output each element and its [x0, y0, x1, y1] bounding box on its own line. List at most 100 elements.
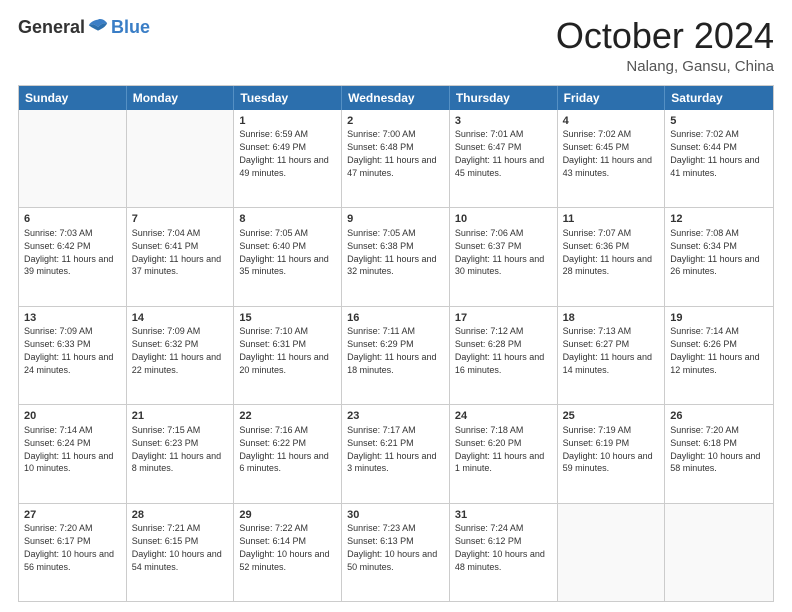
location: Nalang, Gansu, China — [556, 58, 774, 75]
cell-text: Sunrise: 7:06 AM Sunset: 6:37 PM Dayligh… — [455, 228, 547, 276]
calendar-cell: 7Sunrise: 7:04 AM Sunset: 6:41 PM Daylig… — [127, 208, 235, 305]
day-number: 12 — [670, 212, 768, 227]
calendar-cell: 3Sunrise: 7:01 AM Sunset: 6:47 PM Daylig… — [450, 110, 558, 207]
calendar-cell: 14Sunrise: 7:09 AM Sunset: 6:32 PM Dayli… — [127, 307, 235, 404]
day-number: 6 — [24, 212, 121, 227]
calendar-cell: 15Sunrise: 7:10 AM Sunset: 6:31 PM Dayli… — [234, 307, 342, 404]
calendar-week-row: 13Sunrise: 7:09 AM Sunset: 6:33 PM Dayli… — [19, 306, 773, 404]
cell-text: Sunrise: 7:04 AM Sunset: 6:41 PM Dayligh… — [132, 228, 224, 276]
day-number: 26 — [670, 409, 768, 424]
cell-text: Sunrise: 7:03 AM Sunset: 6:42 PM Dayligh… — [24, 228, 116, 276]
calendar-cell: 1Sunrise: 6:59 AM Sunset: 6:49 PM Daylig… — [234, 110, 342, 207]
calendar-cell: 9Sunrise: 7:05 AM Sunset: 6:38 PM Daylig… — [342, 208, 450, 305]
day-number: 7 — [132, 212, 229, 227]
logo-blue-text: Blue — [111, 17, 150, 38]
calendar-cell: 31Sunrise: 7:24 AM Sunset: 6:12 PM Dayli… — [450, 504, 558, 601]
day-number: 11 — [563, 212, 660, 227]
header: General Blue October 2024 Nalang, Gansu,… — [18, 16, 774, 75]
calendar-cell: 27Sunrise: 7:20 AM Sunset: 6:17 PM Dayli… — [19, 504, 127, 601]
day-number: 9 — [347, 212, 444, 227]
page: General Blue October 2024 Nalang, Gansu,… — [0, 0, 792, 612]
calendar-cell: 25Sunrise: 7:19 AM Sunset: 6:19 PM Dayli… — [558, 405, 666, 502]
calendar-cell — [127, 110, 235, 207]
day-number: 2 — [347, 114, 444, 129]
calendar-cell: 13Sunrise: 7:09 AM Sunset: 6:33 PM Dayli… — [19, 307, 127, 404]
cell-text: Sunrise: 7:22 AM Sunset: 6:14 PM Dayligh… — [239, 523, 332, 571]
calendar-cell: 30Sunrise: 7:23 AM Sunset: 6:13 PM Dayli… — [342, 504, 450, 601]
cell-text: Sunrise: 7:08 AM Sunset: 6:34 PM Dayligh… — [670, 228, 762, 276]
day-number: 4 — [563, 114, 660, 129]
title-block: October 2024 Nalang, Gansu, China — [556, 16, 774, 75]
day-number: 16 — [347, 311, 444, 326]
calendar-week-row: 1Sunrise: 6:59 AM Sunset: 6:49 PM Daylig… — [19, 110, 773, 207]
cell-text: Sunrise: 7:01 AM Sunset: 6:47 PM Dayligh… — [455, 129, 547, 177]
cell-text: Sunrise: 7:20 AM Sunset: 6:17 PM Dayligh… — [24, 523, 117, 571]
calendar-cell — [665, 504, 773, 601]
calendar-week-row: 27Sunrise: 7:20 AM Sunset: 6:17 PM Dayli… — [19, 503, 773, 601]
cell-text: Sunrise: 7:07 AM Sunset: 6:36 PM Dayligh… — [563, 228, 655, 276]
cell-text: Sunrise: 7:09 AM Sunset: 6:32 PM Dayligh… — [132, 326, 224, 374]
calendar-header-cell: Saturday — [665, 86, 773, 110]
cell-text: Sunrise: 7:00 AM Sunset: 6:48 PM Dayligh… — [347, 129, 439, 177]
day-number: 17 — [455, 311, 552, 326]
calendar-cell: 28Sunrise: 7:21 AM Sunset: 6:15 PM Dayli… — [127, 504, 235, 601]
calendar-header-cell: Wednesday — [342, 86, 450, 110]
cell-text: Sunrise: 7:10 AM Sunset: 6:31 PM Dayligh… — [239, 326, 331, 374]
calendar-header-cell: Thursday — [450, 86, 558, 110]
cell-text: Sunrise: 7:11 AM Sunset: 6:29 PM Dayligh… — [347, 326, 439, 374]
calendar: SundayMondayTuesdayWednesdayThursdayFrid… — [18, 85, 774, 602]
day-number: 18 — [563, 311, 660, 326]
cell-text: Sunrise: 7:18 AM Sunset: 6:20 PM Dayligh… — [455, 425, 547, 473]
calendar-cell: 23Sunrise: 7:17 AM Sunset: 6:21 PM Dayli… — [342, 405, 450, 502]
calendar-cell: 20Sunrise: 7:14 AM Sunset: 6:24 PM Dayli… — [19, 405, 127, 502]
day-number: 30 — [347, 508, 444, 523]
cell-text: Sunrise: 7:12 AM Sunset: 6:28 PM Dayligh… — [455, 326, 547, 374]
day-number: 1 — [239, 114, 336, 129]
day-number: 21 — [132, 409, 229, 424]
cell-text: Sunrise: 7:15 AM Sunset: 6:23 PM Dayligh… — [132, 425, 224, 473]
calendar-cell: 17Sunrise: 7:12 AM Sunset: 6:28 PM Dayli… — [450, 307, 558, 404]
calendar-header-cell: Sunday — [19, 86, 127, 110]
cell-text: Sunrise: 7:14 AM Sunset: 6:24 PM Dayligh… — [24, 425, 116, 473]
logo-general-text: General — [18, 17, 85, 38]
cell-text: Sunrise: 7:19 AM Sunset: 6:19 PM Dayligh… — [563, 425, 656, 473]
calendar-cell: 22Sunrise: 7:16 AM Sunset: 6:22 PM Dayli… — [234, 405, 342, 502]
day-number: 31 — [455, 508, 552, 523]
cell-text: Sunrise: 7:14 AM Sunset: 6:26 PM Dayligh… — [670, 326, 762, 374]
cell-text: Sunrise: 7:05 AM Sunset: 6:40 PM Dayligh… — [239, 228, 331, 276]
day-number: 24 — [455, 409, 552, 424]
cell-text: Sunrise: 7:02 AM Sunset: 6:44 PM Dayligh… — [670, 129, 762, 177]
day-number: 3 — [455, 114, 552, 129]
calendar-week-row: 20Sunrise: 7:14 AM Sunset: 6:24 PM Dayli… — [19, 404, 773, 502]
calendar-header-cell: Monday — [127, 86, 235, 110]
cell-text: Sunrise: 7:17 AM Sunset: 6:21 PM Dayligh… — [347, 425, 439, 473]
calendar-cell: 11Sunrise: 7:07 AM Sunset: 6:36 PM Dayli… — [558, 208, 666, 305]
calendar-cell: 12Sunrise: 7:08 AM Sunset: 6:34 PM Dayli… — [665, 208, 773, 305]
month-title: October 2024 — [556, 16, 774, 56]
day-number: 20 — [24, 409, 121, 424]
calendar-cell: 18Sunrise: 7:13 AM Sunset: 6:27 PM Dayli… — [558, 307, 666, 404]
day-number: 22 — [239, 409, 336, 424]
calendar-cell: 16Sunrise: 7:11 AM Sunset: 6:29 PM Dayli… — [342, 307, 450, 404]
calendar-cell: 24Sunrise: 7:18 AM Sunset: 6:20 PM Dayli… — [450, 405, 558, 502]
cell-text: Sunrise: 7:21 AM Sunset: 6:15 PM Dayligh… — [132, 523, 225, 571]
cell-text: Sunrise: 7:09 AM Sunset: 6:33 PM Dayligh… — [24, 326, 116, 374]
logo: General Blue — [18, 16, 150, 38]
calendar-cell: 26Sunrise: 7:20 AM Sunset: 6:18 PM Dayli… — [665, 405, 773, 502]
logo-bird-icon — [87, 16, 109, 38]
cell-text: Sunrise: 7:24 AM Sunset: 6:12 PM Dayligh… — [455, 523, 548, 571]
calendar-header-cell: Friday — [558, 86, 666, 110]
day-number: 23 — [347, 409, 444, 424]
cell-text: Sunrise: 7:23 AM Sunset: 6:13 PM Dayligh… — [347, 523, 440, 571]
calendar-cell: 19Sunrise: 7:14 AM Sunset: 6:26 PM Dayli… — [665, 307, 773, 404]
calendar-cell: 29Sunrise: 7:22 AM Sunset: 6:14 PM Dayli… — [234, 504, 342, 601]
day-number: 28 — [132, 508, 229, 523]
day-number: 14 — [132, 311, 229, 326]
day-number: 19 — [670, 311, 768, 326]
calendar-cell: 6Sunrise: 7:03 AM Sunset: 6:42 PM Daylig… — [19, 208, 127, 305]
day-number: 25 — [563, 409, 660, 424]
day-number: 13 — [24, 311, 121, 326]
cell-text: Sunrise: 7:16 AM Sunset: 6:22 PM Dayligh… — [239, 425, 331, 473]
calendar-cell: 2Sunrise: 7:00 AM Sunset: 6:48 PM Daylig… — [342, 110, 450, 207]
day-number: 10 — [455, 212, 552, 227]
